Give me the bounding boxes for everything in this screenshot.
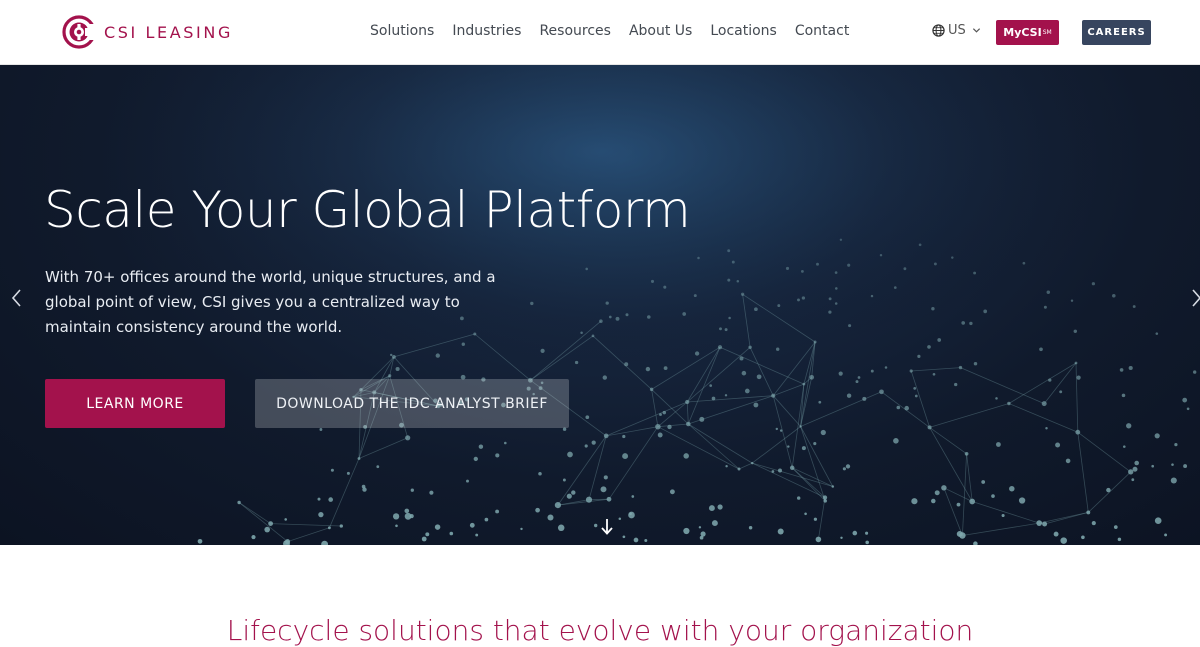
site-header: CSI LEASING Solutions Industries Resourc…: [0, 0, 1200, 65]
download-idc-brief-button[interactable]: DOWNLOAD THE IDC ANALYST BRIEF: [255, 379, 569, 428]
chevron-down-icon: [972, 28, 980, 33]
csi-logo-icon: [62, 15, 96, 49]
chevron-right-icon[interactable]: [1188, 286, 1200, 310]
nav-item-about-us[interactable]: About Us: [629, 22, 692, 40]
mycsi-label: MyCSI: [1003, 26, 1042, 39]
nav-item-contact[interactable]: Contact: [795, 22, 849, 40]
section-title: Lifecycle solutions that evolve with you…: [226, 614, 974, 647]
hero-subtitle: With 70+ offices around the world, uniqu…: [45, 268, 496, 336]
mycsi-button[interactable]: MyCSI SM: [996, 20, 1059, 45]
nav-item-solutions[interactable]: Solutions: [370, 22, 434, 40]
hero-carousel: Scale Your Global Platform With 70+ offi…: [0, 65, 1200, 545]
nav-item-resources[interactable]: Resources: [539, 22, 611, 40]
region-label: US: [948, 23, 966, 38]
hero-title: Scale Your Global Platform: [44, 181, 691, 239]
learn-more-button[interactable]: LEARN MORE: [45, 379, 225, 428]
brand-logo[interactable]: CSI LEASING: [62, 15, 233, 49]
mycsi-service-mark: SM: [1042, 29, 1052, 36]
nav-item-locations[interactable]: Locations: [710, 22, 777, 40]
careers-button[interactable]: CAREERS: [1082, 20, 1151, 45]
nav-item-industries[interactable]: Industries: [452, 22, 521, 40]
brand-name: CSI LEASING: [104, 22, 233, 42]
main-nav: Solutions Industries Resources About Us …: [370, 22, 849, 40]
arrow-down-icon[interactable]: [599, 517, 615, 537]
region-selector[interactable]: US: [932, 23, 981, 38]
chevron-left-icon[interactable]: [8, 286, 26, 310]
globe-icon: [932, 24, 945, 37]
